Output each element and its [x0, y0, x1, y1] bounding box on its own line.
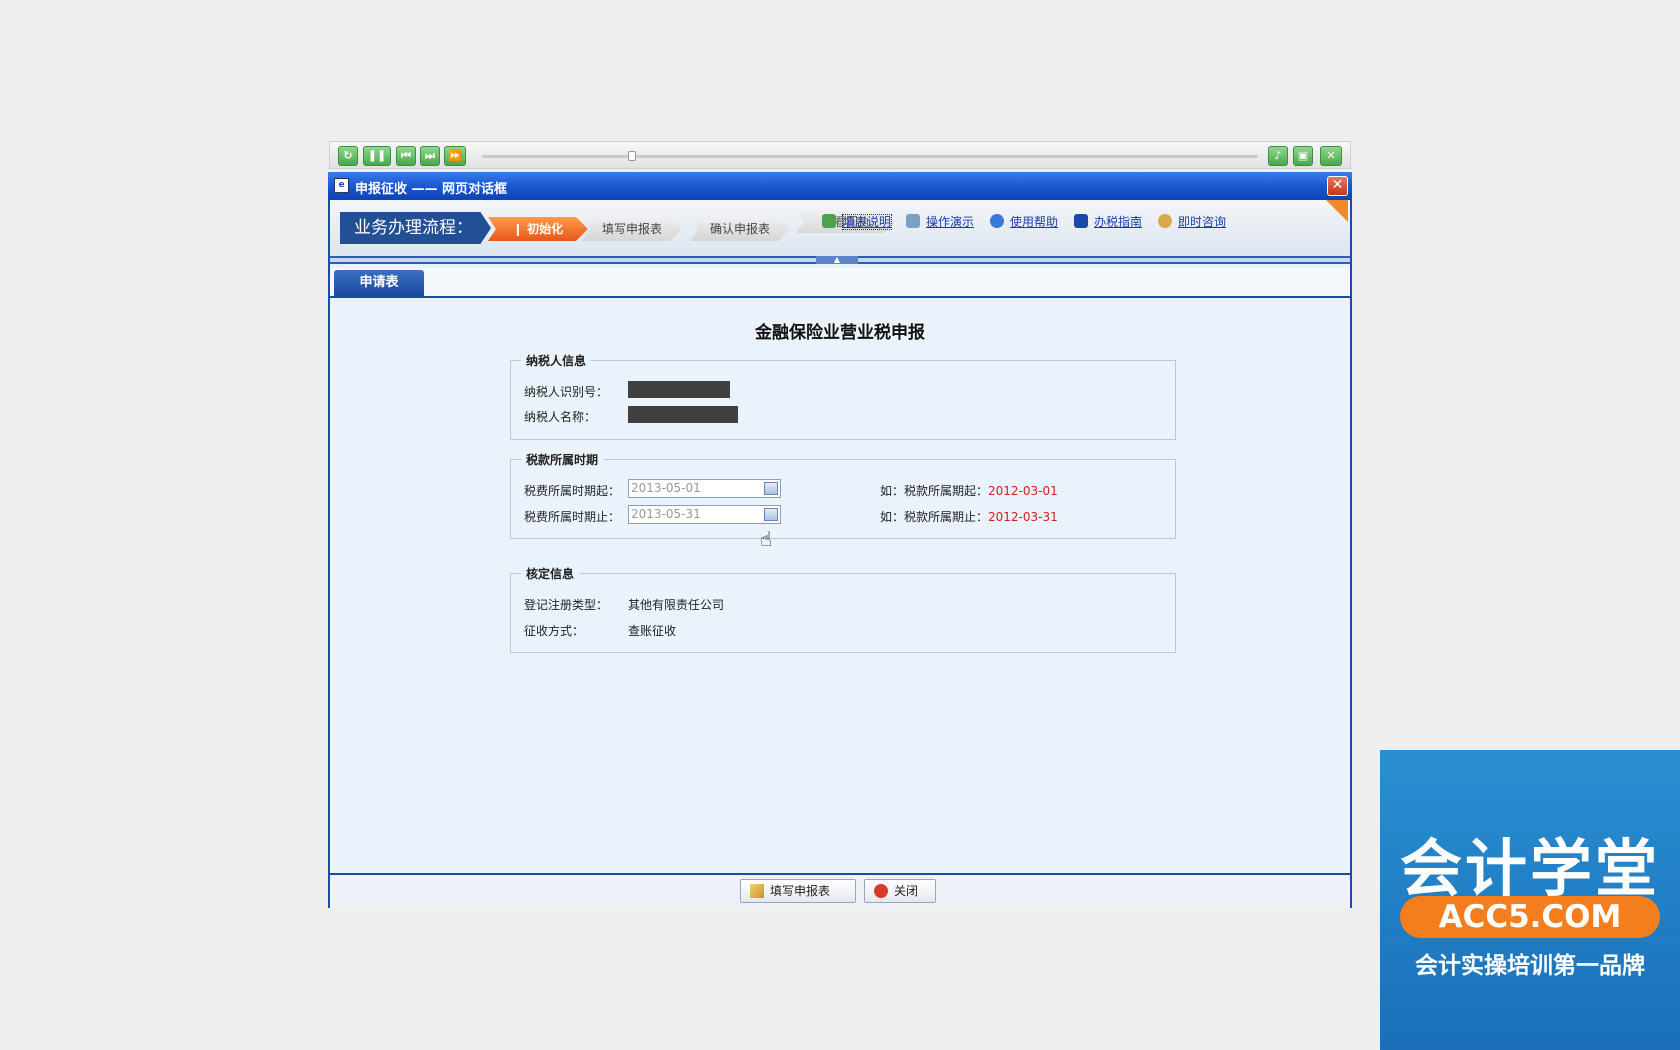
tab-strip: 申请表 [330, 268, 1350, 298]
form-title: 金融保险业营业税申报 [755, 323, 925, 343]
volume-icon[interactable]: ♪ [1268, 146, 1288, 166]
period-start-hint: 如：税款所属期起：2012-03-01 [880, 482, 1058, 499]
tax-dialog-window: e 申报征收 —— 网页对话框 ✕ 业务办理流程： ❙ 初始化 填写申报表 确认… [328, 172, 1352, 908]
period-end-hint: 如：税款所属期止：2012-03-31 [880, 508, 1058, 525]
close-button[interactable]: 关闭 [864, 879, 936, 903]
process-header: 业务办理流程： ❙ 初始化 填写申报表 确认申报表 查看回执 填表说明 操作演示… [330, 200, 1350, 256]
period-start-value: 2013-05-01 [631, 481, 701, 495]
dialog-title: 申报征收 —— 网页对话框 [355, 182, 508, 197]
period-start-label: 税费所属时期起： [524, 484, 621, 498]
process-label: 业务办理流程： [340, 212, 491, 244]
pause-icon[interactable]: ❚❚ [363, 146, 391, 166]
link-label: 办税指南 [1094, 215, 1143, 229]
period-end-input[interactable]: 2013-05-31 [628, 505, 781, 524]
fast-forward-icon[interactable]: ⏩ [444, 146, 466, 166]
step-fill-form[interactable]: 填写申报表 [582, 217, 682, 241]
taxpayer-name-redacted [628, 406, 738, 423]
reg-type-value: 其他有限责任公司 [628, 598, 725, 612]
watermark-title: 会计学堂 [1399, 832, 1660, 905]
link-label: 即时咨询 [1178, 215, 1227, 229]
taxpayer-id-label: 纳税人识别号： [524, 385, 609, 399]
cancel-icon [874, 884, 888, 898]
dialog-close-button[interactable]: ✕ [1327, 176, 1348, 196]
tab-application-form[interactable]: 申请表 [334, 270, 424, 296]
watermark-slogan: 会计实操培训第一品牌 [1415, 953, 1645, 979]
hint-example: 2012-03-01 [988, 484, 1058, 498]
hint-text: 如：税款所属期止： [880, 510, 989, 524]
help-icon [990, 214, 1004, 228]
close-icon[interactable]: ✕ [1320, 146, 1342, 166]
dialog-titlebar: e 申报征收 —— 网页对话框 ✕ [328, 172, 1352, 200]
taxpayer-id-redacted [628, 381, 730, 398]
link-help[interactable]: 使用帮助 [990, 213, 1058, 230]
replay-icon[interactable]: ↻ [338, 146, 358, 166]
monitor-icon [906, 214, 920, 228]
assessment-info-group: 核定信息 登记注册类型： 其他有限责任公司 征收方式： 查账征收 [510, 565, 1176, 653]
period-end-label: 税费所属时期止： [524, 510, 621, 524]
hand-cursor-icon: ☝ [760, 527, 773, 551]
video-player-bar: ↻ ❚❚ ⏮ ⏭ ⏩ ♪ ▣ ✕ [329, 141, 1351, 169]
collect-method-label: 征收方式： [524, 624, 585, 638]
tax-period-legend: 税款所属时期 [521, 451, 604, 468]
link-label: 使用帮助 [1010, 215, 1059, 229]
step-init[interactable]: ❙ 初始化 [488, 217, 588, 241]
prev-icon[interactable]: ⏮ [396, 146, 416, 166]
hint-text: 如：税款所属期起： [880, 484, 989, 498]
reg-type-label: 登记注册类型： [524, 598, 609, 612]
button-label: 关闭 [894, 884, 919, 898]
next-icon[interactable]: ⏭ [420, 146, 440, 166]
hint-example: 2012-03-31 [988, 510, 1058, 524]
ie-page-icon: e [334, 178, 349, 193]
form-doc-icon [822, 214, 836, 228]
tax-period-group: 税款所属时期 税费所属时期起： 2013-05-01 如：税款所属期起：2012… [510, 451, 1176, 539]
guide-book-icon [1074, 214, 1088, 228]
seek-slider[interactable] [482, 151, 1258, 161]
dialog-button-bar: 填写申报表 关闭 [330, 873, 1350, 908]
period-start-input[interactable]: 2013-05-01 [628, 479, 781, 498]
button-label: 填写申报表 [770, 884, 831, 898]
link-label: 填表说明 [842, 214, 893, 230]
pencil-icon [750, 884, 764, 898]
collect-method-value: 查账征收 [628, 624, 677, 638]
corner-flag-icon [1326, 200, 1348, 222]
step-confirm-form[interactable]: 确认申报表 [690, 217, 790, 241]
brand-watermark: 会计学堂 ACC5.COM 会计实操培训第一品牌 [1380, 750, 1680, 1050]
fill-form-button[interactable]: 填写申报表 [740, 879, 856, 903]
watermark-domain: ACC5.COM [1400, 896, 1660, 938]
people-chat-icon [1158, 214, 1172, 228]
link-label: 操作演示 [926, 215, 975, 229]
calendar-icon[interactable] [764, 482, 778, 495]
taxpayer-name-label: 纳税人名称： [524, 410, 597, 424]
link-form-instructions[interactable]: 填表说明 [822, 213, 893, 230]
seek-thumb[interactable] [628, 151, 636, 161]
collapse-handle[interactable]: ▲ [816, 256, 858, 264]
taxpayer-info-legend: 纳税人信息 [521, 352, 592, 369]
step-marker-icon: ❙ [512, 222, 528, 236]
link-instant-consult[interactable]: 即时咨询 [1158, 213, 1226, 230]
save-icon[interactable]: ▣ [1293, 146, 1313, 166]
link-tax-guide[interactable]: 办税指南 [1074, 213, 1142, 230]
period-end-value: 2013-05-31 [631, 507, 701, 521]
calendar-icon[interactable] [764, 508, 778, 521]
step-label: 初始化 [527, 222, 564, 236]
assessment-info-legend: 核定信息 [521, 565, 580, 582]
taxpayer-info-group: 纳税人信息 纳税人识别号： 纳税人名称： [510, 352, 1176, 440]
link-operation-demo[interactable]: 操作演示 [906, 213, 974, 230]
